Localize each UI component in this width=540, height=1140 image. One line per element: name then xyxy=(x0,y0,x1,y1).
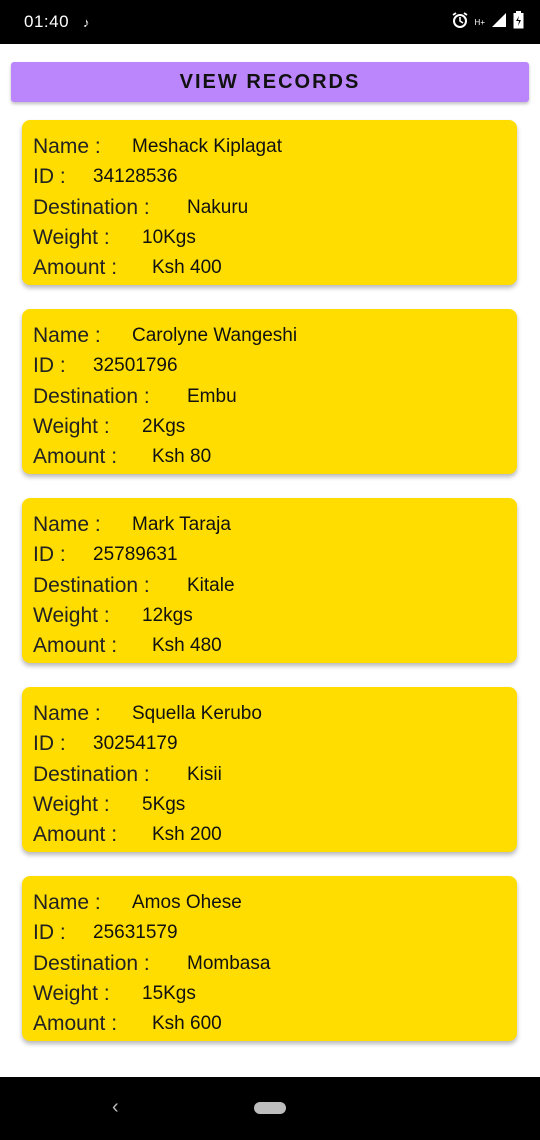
alarm-icon xyxy=(451,11,469,34)
amount-value: Ksh 200 xyxy=(152,824,222,846)
record-card[interactable]: Name : Amos Ohese ID : 25631579 Destinatio… xyxy=(22,876,517,1041)
amount-value: Ksh 480 xyxy=(152,635,222,657)
id-value: 25631579 xyxy=(93,922,178,944)
amount-label: Amount : xyxy=(33,634,118,658)
destination-label: Destination : xyxy=(33,951,150,975)
status-time: 01:40 xyxy=(24,12,70,31)
amount-label: Amount : xyxy=(33,256,118,280)
name-value: Carolyne Wangeshi xyxy=(132,325,298,347)
status-bar: 01:40 ♪ H+ xyxy=(0,0,540,44)
name-label: Name : xyxy=(33,324,101,348)
name-label: Name : xyxy=(33,702,101,726)
amount-label: Amount : xyxy=(33,1012,118,1036)
record-card[interactable]: Name : Squella Kerubo ID : 30254179 Destin… xyxy=(22,687,517,852)
id-label: ID : xyxy=(33,543,66,567)
destination-label: Destination : xyxy=(33,195,150,219)
tiktok-notification-icon: ♪ xyxy=(83,14,90,30)
record-card[interactable]: Name : Mark Taraja ID : 25789631 Destinati… xyxy=(22,498,517,663)
amount-label: Amount : xyxy=(33,823,118,847)
weight-label: Weight : xyxy=(33,415,110,439)
weight-label: Weight : xyxy=(33,982,110,1006)
id-label: ID : xyxy=(33,921,66,945)
name-value: Amos Ohese xyxy=(132,892,242,914)
destination-value: Embu xyxy=(187,385,237,407)
name-label: Name : xyxy=(33,891,101,915)
records-list: Name : Meshack Kiplagat ID : 34128536 Dest… xyxy=(22,120,517,1065)
amount-value: Ksh 80 xyxy=(152,446,212,468)
amount-value: Ksh 400 xyxy=(152,257,222,279)
back-icon[interactable]: ‹ xyxy=(112,1096,119,1119)
weight-value: 12kgs xyxy=(142,605,193,627)
network-type-label: H+ xyxy=(474,17,485,27)
destination-value: Kisii xyxy=(187,763,222,785)
name-value: Squella Kerubo xyxy=(132,703,262,725)
weight-value: 5Kgs xyxy=(142,794,186,816)
destination-label: Destination : xyxy=(33,762,150,786)
amount-label: Amount : xyxy=(33,445,118,469)
view-records-button[interactable]: VIEW RECORDS xyxy=(11,62,529,102)
name-label: Name : xyxy=(33,135,101,159)
id-label: ID : xyxy=(33,354,66,378)
id-label: ID : xyxy=(33,732,66,756)
battery-icon xyxy=(513,10,524,34)
id-value: 30254179 xyxy=(93,733,178,755)
weight-value: 15Kgs xyxy=(142,983,196,1005)
record-card[interactable]: Name : Meshack Kiplagat ID : 34128536 Dest… xyxy=(22,120,517,285)
name-label: Name : xyxy=(33,513,101,537)
record-card[interactable]: Name : Carolyne Wangeshi ID : 32501796 Des… xyxy=(22,309,517,474)
destination-value: Kitale xyxy=(187,574,235,596)
weight-value: 2Kgs xyxy=(142,416,186,438)
destination-value: Nakuru xyxy=(187,196,249,218)
destination-label: Destination : xyxy=(33,384,150,408)
destination-value: Mombasa xyxy=(187,952,271,974)
id-value: 34128536 xyxy=(93,166,178,188)
home-button[interactable] xyxy=(254,1102,286,1114)
weight-value: 10Kgs xyxy=(142,227,196,249)
weight-label: Weight : xyxy=(33,793,110,817)
signal-icon xyxy=(491,12,507,33)
content-bottom-edge xyxy=(0,1053,540,1077)
name-value: Meshack Kiplagat xyxy=(132,136,282,158)
status-icons: H+ xyxy=(451,10,524,34)
id-label: ID : xyxy=(33,165,66,189)
weight-label: Weight : xyxy=(33,226,110,250)
weight-label: Weight : xyxy=(33,604,110,628)
id-value: 32501796 xyxy=(93,355,178,377)
destination-label: Destination : xyxy=(33,573,150,597)
amount-value: Ksh 600 xyxy=(152,1013,222,1035)
id-value: 25789631 xyxy=(93,544,178,566)
name-value: Mark Taraja xyxy=(132,514,231,536)
